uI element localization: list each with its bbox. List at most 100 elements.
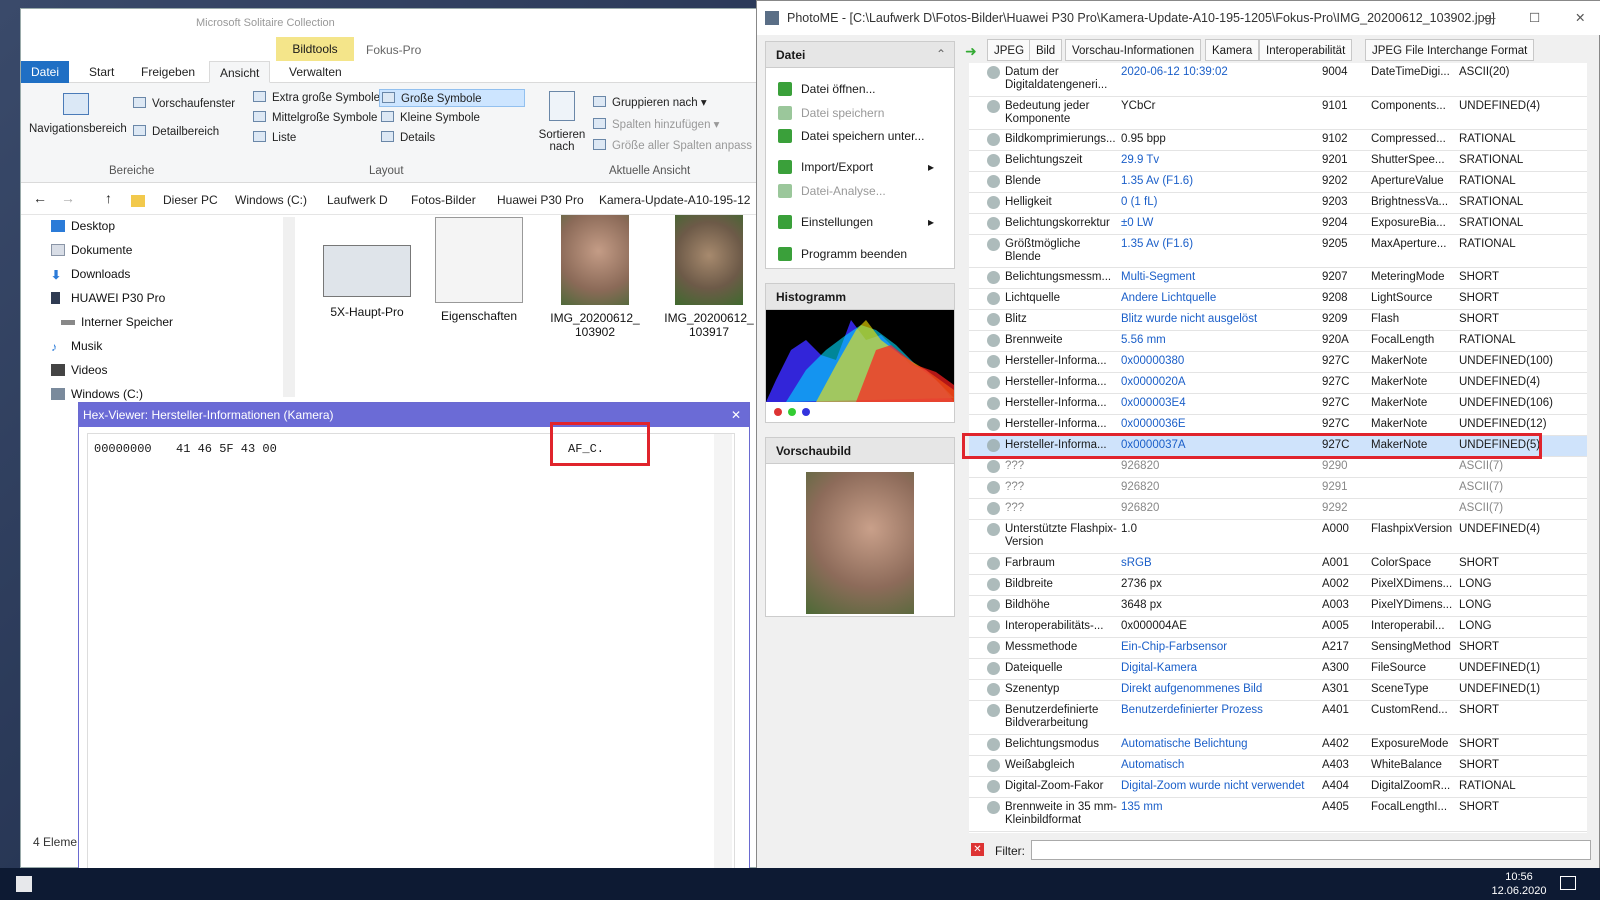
clock-date[interactable]: 12.06.2020 — [1488, 885, 1550, 897]
add-columns-button[interactable]: Spalten hinzufügen ▾ — [593, 117, 719, 131]
layout-extra-large-icons[interactable]: Extra große Symbole — [253, 91, 380, 104]
nav-item-internal-storage[interactable]: Interner Speicher — [61, 315, 173, 329]
nav-scrollbar[interactable] — [283, 217, 295, 397]
breadcrumb-dieser-pc[interactable]: Dieser PC — [163, 193, 218, 207]
hex-scrollbar[interactable] — [714, 434, 732, 882]
tab-kamera[interactable]: Kamera — [1205, 39, 1260, 61]
address-bar[interactable]: ← → ↑ Dieser PC Windows (C:) Laufwerk D … — [21, 185, 791, 215]
context-tab-bildtools[interactable]: Bildtools — [276, 37, 354, 61]
blue-channel-icon[interactable] — [802, 408, 810, 416]
sort-by-button[interactable]: Sortieren nach — [537, 129, 587, 153]
go-arrow-icon[interactable]: ➜ — [965, 43, 977, 60]
table-row[interactable]: Bildbreite 2736 px A002 PixelXDimens... LONG — [969, 575, 1587, 596]
menu-exit[interactable]: Programm beenden — [778, 247, 907, 261]
tab-vorschau[interactable]: Vorschau-Informationen — [1065, 39, 1202, 61]
table-row[interactable]: Brennweite in 35 mm-Kleinbildformat 135 m… — [969, 798, 1587, 832]
menu-file-analysis[interactable]: Datei-Analyse... — [778, 184, 886, 198]
table-row[interactable]: Hersteller-Informa... 0x000003E4 927C Maker… — [969, 394, 1587, 415]
table-row[interactable]: ??? 926820 9290 ASCII(7) — [969, 457, 1587, 478]
breadcrumb-huawei[interactable]: Huawei P30 Pro — [497, 193, 584, 207]
table-row[interactable]: Belichtungsmodus Automatische Belichtung A… — [969, 735, 1587, 756]
table-row[interactable]: Messmethode Ein-Chip-Farbsensor A217 Sensin… — [969, 638, 1587, 659]
size-columns-button[interactable]: Größe aller Spalten anpass — [593, 139, 752, 152]
layout-details[interactable]: Details — [381, 131, 435, 144]
breadcrumb-kamera-update[interactable]: Kamera-Update-A10-195-12 — [599, 193, 750, 207]
table-row[interactable]: ??? 926820 9291 ASCII(7) — [969, 478, 1587, 499]
tab-verwalten[interactable]: Verwalten — [279, 61, 352, 83]
nav-item-downloads[interactable]: ⬇ Downloads — [51, 267, 130, 282]
menu-settings[interactable]: Einstellungen ▸ — [778, 215, 934, 229]
table-row[interactable]: Helligkeit 0 (1 fL) 9203 BrightnessVa... SRA… — [969, 193, 1587, 214]
table-row[interactable]: Interoperabilitäts-... 0x000004AE A005 Inte… — [969, 617, 1587, 638]
close-icon[interactable]: ✕ — [1575, 1, 1585, 35]
minimize-icon[interactable]: — — [1483, 1, 1496, 35]
layout-list[interactable]: Liste — [253, 131, 296, 144]
red-channel-icon[interactable] — [774, 408, 782, 416]
nav-item-huawei[interactable]: HUAWEI P30 Pro — [51, 291, 165, 305]
file-thumb-eigenschaften[interactable]: Eigenschaften — [433, 217, 525, 323]
group-by-button[interactable]: Gruppieren nach ▾ — [593, 95, 707, 109]
breadcrumb-laufwerk-d[interactable]: Laufwerk D — [327, 193, 388, 207]
details-pane-button[interactable]: Detailbereich — [133, 125, 219, 138]
table-row[interactable]: Bedeutung jeder Komponente YCbCr 9101 Compo… — [969, 97, 1587, 130]
menu-import-export[interactable]: Import/Export ▸ — [778, 160, 934, 174]
file-thumb-img-103902[interactable]: IMG_20200612_103902 — [545, 215, 645, 339]
vertical-scrollbar[interactable] — [1589, 63, 1599, 833]
back-arrow-icon[interactable]: ← — [33, 190, 47, 206]
table-row[interactable]: Brennweite 5.56 mm 920A FocalLength RATIONAL — [969, 331, 1587, 352]
nav-item-dokumente[interactable]: Dokumente — [51, 243, 132, 257]
table-row[interactable]: Datum der Digitaldatengeneri... 2020-06-1… — [969, 63, 1587, 97]
tab-datei[interactable]: Datei — [21, 61, 70, 83]
table-row[interactable]: Benutzerdefinierte Bildverarbeitung Benut… — [969, 701, 1587, 735]
table-row[interactable]: Farbraum sRGB A001 ColorSpace SHORT — [969, 554, 1587, 575]
table-row[interactable]: Belichtungskorrektur ±0 LW 9204 ExposureBia… — [969, 214, 1587, 235]
breadcrumb-fotos-bilder[interactable]: Fotos-Bilder — [411, 193, 476, 207]
tab-interoperabilitaet[interactable]: Interoperabilität — [1259, 39, 1353, 61]
clock-time[interactable]: 10:56 — [1494, 871, 1544, 883]
table-row[interactable]: Bildkomprimierungs... 0.95 bpp 9102 Compres… — [969, 130, 1587, 151]
table-row[interactable]: Belichtungsmessm... Multi-Segment 9207 Mete… — [969, 268, 1587, 289]
menu-save-as[interactable]: Datei speichern unter... — [778, 129, 924, 143]
forward-arrow-icon[interactable]: → — [61, 190, 75, 206]
panel-histogram-header[interactable]: Histogramm — [766, 284, 954, 310]
maximize-icon[interactable]: ☐ — [1529, 1, 1540, 35]
tab-jpeg[interactable]: JPEG — [987, 39, 1032, 61]
table-row[interactable]: Bildhöhe 3648 px A003 PixelYDimens... LONG — [969, 596, 1587, 617]
menu-save-file[interactable]: Datei speichern — [778, 106, 884, 120]
table-row[interactable]: Blitz Blitz wurde nicht ausgelöst 9209 Flas… — [969, 310, 1587, 331]
table-row[interactable]: Hersteller-Informa... 0x0000020A 927C Maker… — [969, 373, 1587, 394]
panel-preview-header[interactable]: Vorschaubild — [766, 438, 954, 464]
breadcrumb-windows-c[interactable]: Windows (C:) — [235, 193, 307, 207]
table-row[interactable]: ??? 926820 9292 ASCII(7) — [969, 499, 1587, 520]
table-row[interactable]: Unterstützte Flashpix-Version 1.0 A000 Flas… — [969, 520, 1587, 554]
nav-item-windows-c[interactable]: Windows (C:) — [51, 387, 143, 401]
preview-pane-button[interactable]: Vorschaufenster — [133, 97, 235, 110]
table-row[interactable]: Dateiquelle Digital-Kamera A300 FileSource U… — [969, 659, 1587, 680]
nav-item-desktop[interactable]: Desktop — [51, 219, 115, 233]
nav-item-videos[interactable]: Videos — [51, 363, 107, 377]
hex-content[interactable]: 00000000 41 46 5F 43 00 AF_C. — [87, 422, 735, 885]
windows-start-icon[interactable] — [16, 876, 32, 892]
table-row[interactable]: Szenentyp Direkt aufgenommenes Bild A301 Sc… — [969, 680, 1587, 701]
collapse-icon[interactable]: ⌃ — [936, 47, 946, 61]
clear-filter-icon[interactable]: ✕ — [971, 843, 984, 856]
table-row[interactable]: Belichtungszeit 29.9 Tv 9201 ShutterSpee...… — [969, 151, 1587, 172]
tab-jfif[interactable]: JPEG File Interchange Format — [1365, 39, 1535, 61]
tab-ansicht[interactable]: Ansicht — [209, 61, 271, 83]
layout-large-icons[interactable]: Große Symbole — [379, 89, 525, 107]
navigation-pane-button[interactable]: Navigationsbereich — [29, 123, 127, 135]
file-thumb-5x-haupt-pro[interactable]: 5X-Haupt-Pro — [321, 245, 413, 319]
menu-open-file[interactable]: Datei öffnen... — [778, 82, 876, 96]
table-row[interactable]: Hersteller-Informa... 0x00000380 927C Maker… — [969, 352, 1587, 373]
nav-item-musik[interactable]: ♪ Musik — [51, 339, 102, 354]
file-thumb-img-103917[interactable]: IMG_20200612_103917 — [659, 215, 759, 339]
tab-start[interactable]: Start — [79, 61, 124, 83]
notification-icon[interactable] — [1560, 876, 1576, 890]
up-arrow-icon[interactable]: ↑ — [105, 190, 112, 206]
table-row[interactable]: Weißabgleich Automatisch A403 WhiteBalance S… — [969, 756, 1587, 777]
tab-bild[interactable]: Bild — [1029, 39, 1063, 61]
layout-small-icons[interactable]: Kleine Symbole — [381, 111, 480, 124]
table-row[interactable]: Lichtquelle Andere Lichtquelle 9208 LightSo… — [969, 289, 1587, 310]
table-row[interactable]: Digital-Zoom-Fakor Digital-Zoom wurde nic… — [969, 777, 1587, 798]
table-row[interactable]: Blende 1.35 Av (F1.6) 9202 ApertureValue RAT… — [969, 172, 1587, 193]
